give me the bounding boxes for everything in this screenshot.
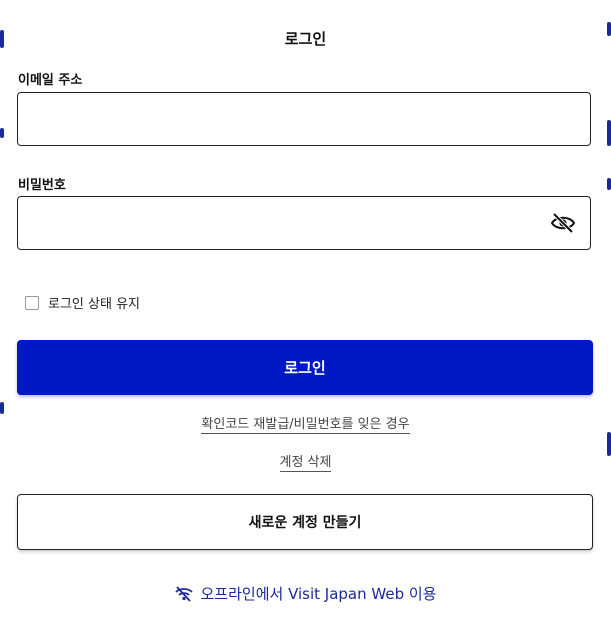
eye-slash-icon[interactable] — [550, 211, 576, 235]
offline-mode-link[interactable]: 오프라인에서 Visit Japan Web 이용 — [0, 583, 611, 604]
remember-login-checkbox[interactable]: 로그인 상태 유지 — [25, 293, 140, 312]
page-title: 로그인 — [284, 30, 327, 48]
create-account-button[interactable]: 새로운 계정 만들기 — [17, 494, 593, 550]
password-label: 비밀번호 — [18, 178, 66, 193]
login-button[interactable]: 로그인 — [17, 340, 593, 395]
remember-login-label: 로그인 상태 유지 — [48, 297, 140, 312]
left-edge-decoration — [0, 0, 4, 625]
email-label: 이메일 주소 — [18, 73, 83, 88]
password-field-box[interactable] — [17, 196, 591, 250]
right-edge-decoration — [607, 0, 611, 625]
checkbox-box[interactable] — [25, 295, 39, 310]
wifi-off-icon — [174, 585, 193, 602]
delete-link-row: 계정 삭제 — [0, 451, 611, 472]
reissue-link-row: 확인코드 재발급/비밀번호를 잊은 경우 — [0, 413, 611, 434]
email-field-box[interactable] — [17, 92, 591, 146]
reissue-code-link[interactable]: 확인코드 재발급/비밀번호를 잊은 경우 — [201, 417, 410, 434]
delete-account-link[interactable]: 계정 삭제 — [279, 455, 332, 472]
offline-mode-label: 오프라인에서 Visit Japan Web 이용 — [200, 585, 437, 603]
password-input[interactable] — [18, 197, 546, 249]
email-input[interactable] — [18, 93, 546, 145]
